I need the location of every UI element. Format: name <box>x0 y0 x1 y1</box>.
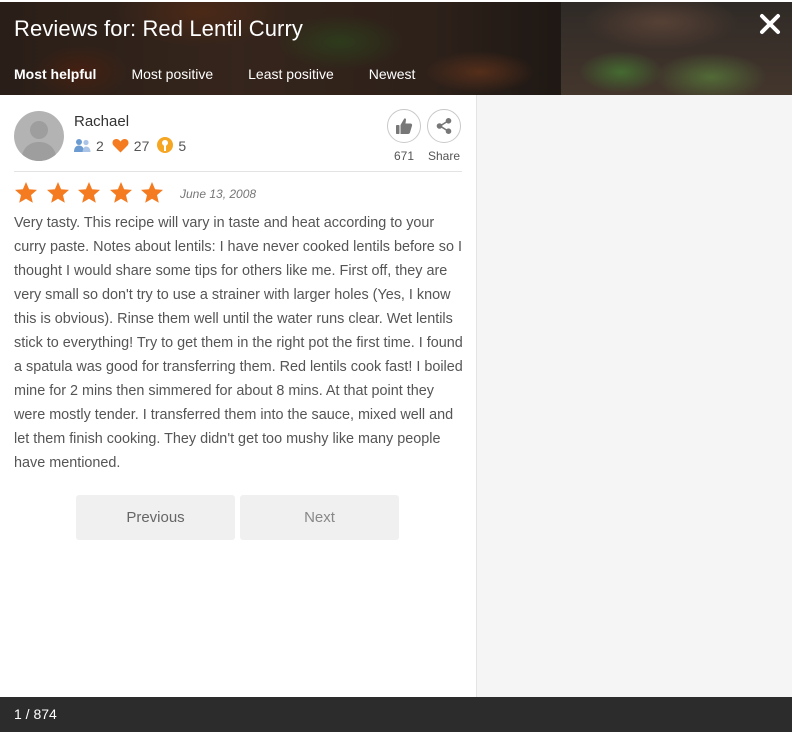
star-icon <box>15 182 37 203</box>
favorites-count: 27 <box>133 137 150 154</box>
star-icon <box>141 182 163 203</box>
review-card: Rachael 2 27 5 671 Share June 13, 2008 V… <box>0 95 476 697</box>
share-icon <box>436 118 452 134</box>
tab-newest[interactable]: Newest <box>369 66 416 82</box>
tab-most-positive[interactable]: Most positive <box>131 66 213 82</box>
favorites-stat: 27 <box>112 137 150 154</box>
made-it-badge-icon <box>157 137 174 153</box>
reviewer-stats: 2 27 5 <box>74 137 194 154</box>
next-button[interactable]: Next <box>240 495 399 540</box>
made-it-count: 5 <box>178 137 187 154</box>
tab-most-helpful[interactable]: Most helpful <box>14 66 96 82</box>
page-title: Reviews for: Red Lentil Curry <box>14 16 303 41</box>
review-sort-tabs: Most helpful Most positive Least positiv… <box>14 66 450 82</box>
reviews-header: Reviews for: Red Lentil Curry Most helpf… <box>0 2 792 95</box>
star-icon <box>109 182 132 203</box>
default-user-icon <box>21 121 57 161</box>
page-indicator: 1 / 874 <box>14 706 57 722</box>
close-x-icon <box>760 14 780 34</box>
star-icon <box>78 182 100 203</box>
star-rating <box>14 181 172 205</box>
heart-icon <box>112 139 129 153</box>
share-button[interactable]: Share <box>427 109 461 163</box>
review-body: Very tasty. This recipe will vary in tas… <box>14 215 463 471</box>
like-button-circle[interactable] <box>387 109 421 143</box>
followers-icon <box>74 139 91 152</box>
followers-stat: 2 <box>74 138 104 154</box>
review-divider <box>14 171 462 172</box>
like-button[interactable]: 671 <box>387 109 421 163</box>
side-panel <box>476 95 792 697</box>
review-date: June 13, 2008 <box>180 187 257 201</box>
tab-least-positive[interactable]: Least positive <box>248 66 334 82</box>
thumbs-up-icon <box>396 118 413 134</box>
followers-count: 2 <box>96 137 104 154</box>
footer-bar: 1 / 874 <box>0 697 792 732</box>
reviews-modal: Reviews for: Red Lentil Curry Most helpf… <box>0 0 794 732</box>
close-button[interactable] <box>758 12 782 36</box>
likes-count: 671 <box>393 149 415 163</box>
previous-button[interactable]: Previous <box>76 495 235 540</box>
reviewer-name[interactable]: Rachael <box>74 113 129 130</box>
star-icon <box>46 182 69 203</box>
share-label: Share <box>427 149 461 163</box>
avatar[interactable] <box>14 111 64 161</box>
made-it-stat: 5 <box>157 137 186 154</box>
share-button-circle[interactable] <box>427 109 461 143</box>
